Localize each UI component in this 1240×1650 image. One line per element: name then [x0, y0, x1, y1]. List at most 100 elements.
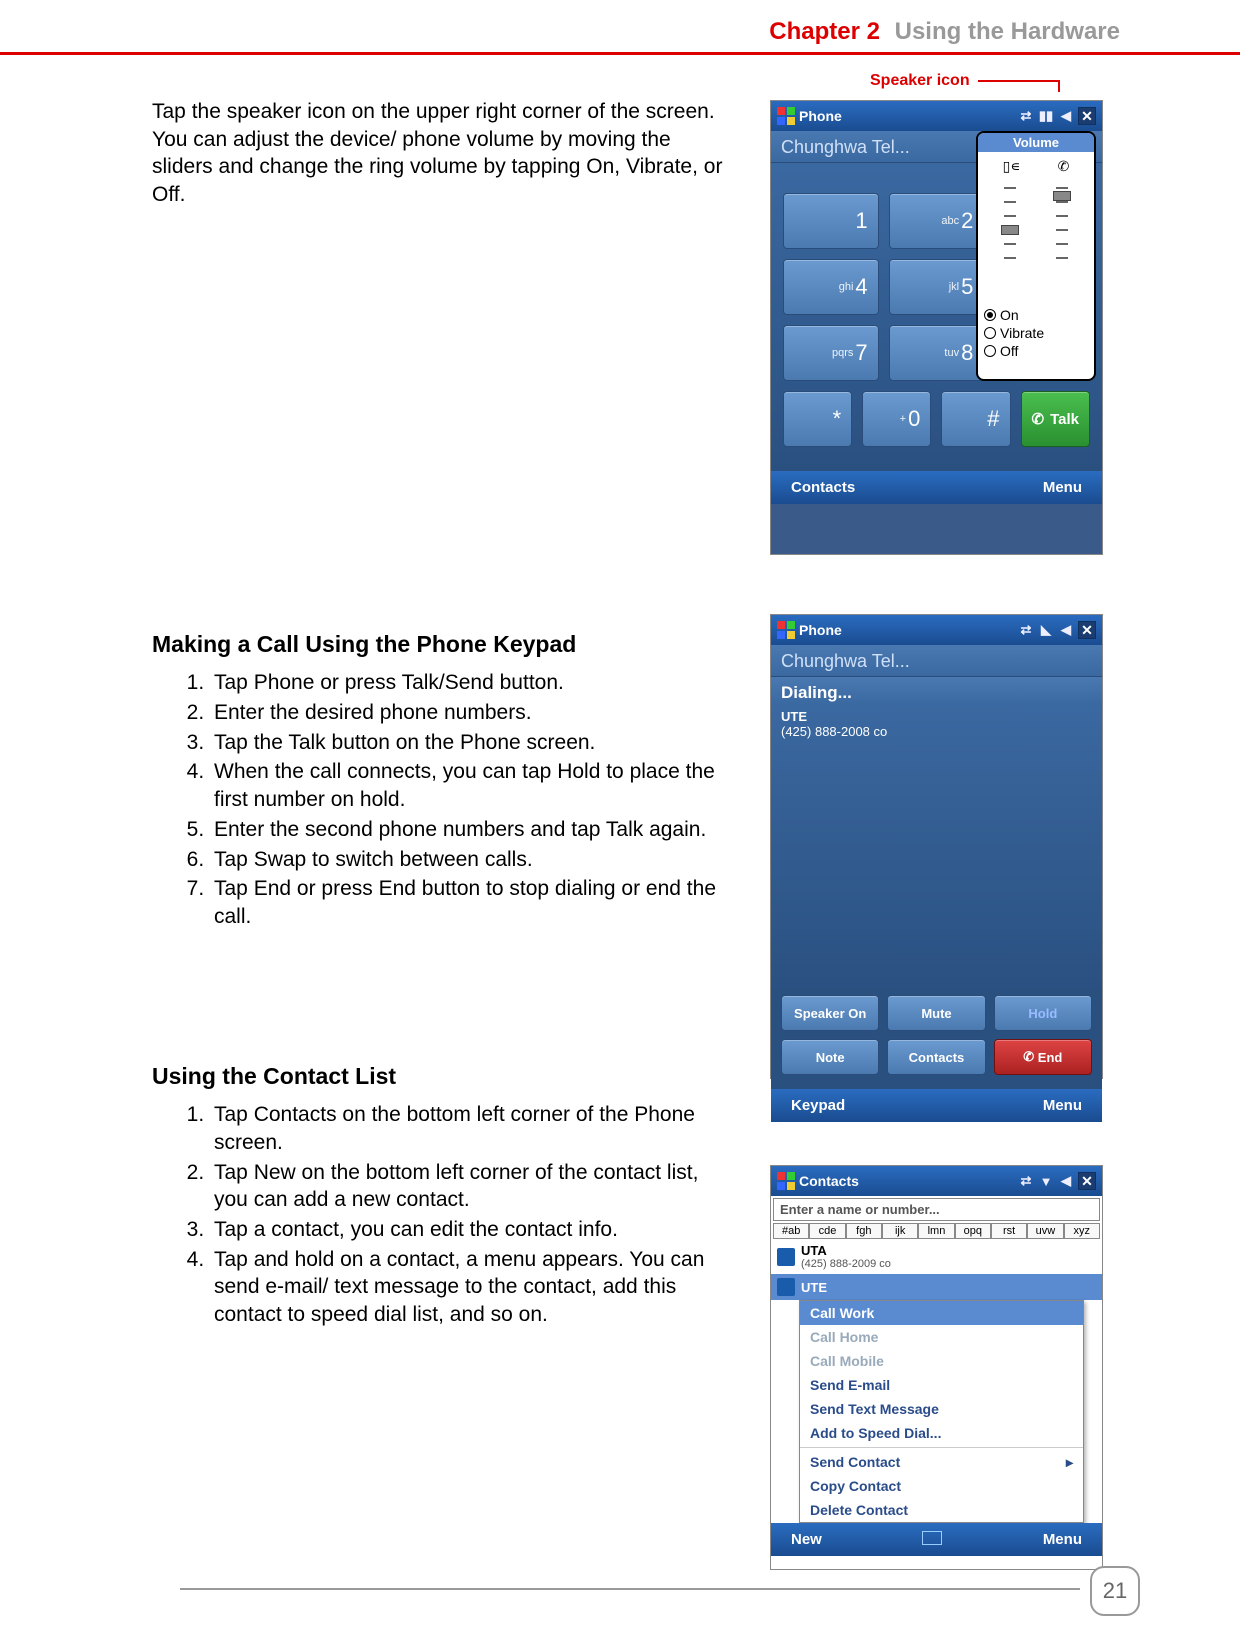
phone-icon: ✆ — [1023, 1049, 1034, 1065]
alpha-tab[interactable]: rst — [991, 1223, 1027, 1239]
key-4[interactable]: ghi4 — [783, 259, 879, 315]
softkey-bar: Keypad Menu — [771, 1089, 1102, 1122]
soft-keypad[interactable]: Keypad — [791, 1097, 845, 1114]
soft-menu[interactable]: Menu — [1043, 1097, 1082, 1114]
speaker-icon[interactable]: ◀ — [1058, 1173, 1074, 1189]
speaker-icon[interactable]: ◀ — [1058, 108, 1074, 124]
key-2[interactable]: abc2 — [889, 193, 985, 249]
contact-row-selected[interactable]: UTE — [771, 1274, 1102, 1300]
menu-call-work[interactable]: Call Work — [800, 1301, 1083, 1325]
device-vol-icon: ▯∊ — [1003, 158, 1021, 175]
signal-icon: ▮▮ — [1038, 108, 1054, 124]
footer-rule — [180, 1588, 1080, 1590]
window-title: Contacts — [799, 1173, 859, 1189]
start-icon[interactable] — [777, 621, 795, 639]
submenu-arrow-icon: ▸ — [1066, 1454, 1073, 1471]
page-footer: 21 — [1090, 1566, 1140, 1616]
key-7[interactable]: pqrs7 — [783, 325, 879, 381]
radio-vibrate[interactable]: Vibrate — [984, 325, 1088, 341]
alpha-tab[interactable]: xyz — [1064, 1223, 1100, 1239]
list-item: Enter the second phone numbers and tap T… — [210, 816, 737, 844]
chapter-title: Using the Hardware — [895, 18, 1120, 45]
keyboard-icon[interactable] — [922, 1531, 942, 1545]
list-item: Tap the Talk button on the Phone screen. — [210, 729, 737, 757]
key-star[interactable]: * — [783, 391, 852, 447]
list-item: Tap a contact, you can edit the contact … — [210, 1216, 737, 1244]
menu-send-email[interactable]: Send E-mail — [800, 1373, 1083, 1397]
soft-new[interactable]: New — [791, 1531, 822, 1548]
volume-title: Volume — [978, 133, 1094, 152]
hold-button[interactable]: Hold — [994, 995, 1092, 1031]
close-icon[interactable]: ✕ — [1078, 621, 1096, 639]
list-item: Tap Contacts on the bottom left corner o… — [210, 1101, 737, 1156]
list-item: Tap New on the bottom left corner of the… — [210, 1159, 737, 1214]
close-icon[interactable]: ✕ — [1078, 107, 1096, 125]
key-pound[interactable]: # — [941, 391, 1010, 447]
radio-off[interactable]: Off — [984, 343, 1088, 359]
soft-contacts[interactable]: Contacts — [791, 479, 855, 496]
close-icon[interactable]: ✕ — [1078, 1172, 1096, 1190]
call-info: UTE (425) 888-2008 co — [771, 705, 1102, 995]
alpha-tab[interactable]: uvw — [1027, 1223, 1063, 1239]
list-item: Tap End or press End button to stop dial… — [210, 875, 737, 930]
intro-paragraph: Tap the speaker icon on the upper right … — [152, 98, 737, 209]
start-icon[interactable] — [777, 1172, 795, 1190]
menu-speed-dial[interactable]: Add to Speed Dial... — [800, 1421, 1083, 1445]
soft-menu[interactable]: Menu — [1043, 1531, 1082, 1548]
key-1[interactable]: 1 — [783, 193, 879, 249]
radio-on[interactable]: On — [984, 307, 1088, 323]
carrier-label: Chunghwa Tel... — [771, 645, 1102, 677]
menu-send-text[interactable]: Send Text Message — [800, 1397, 1083, 1421]
speaker-icon[interactable]: ◀ — [1058, 622, 1074, 638]
menu-copy-contact[interactable]: Copy Contact — [800, 1474, 1083, 1498]
list-item: When the call connects, you can tap Hold… — [210, 758, 737, 813]
device-volume-slider[interactable] — [1003, 181, 1017, 301]
talk-button[interactable]: ✆Talk — [1021, 391, 1090, 447]
ring-volume-slider[interactable] — [1055, 181, 1069, 301]
making-call-list: Tap Phone or press Talk/Send button. Ent… — [152, 669, 737, 930]
alpha-tab[interactable]: opq — [955, 1223, 991, 1239]
page-number: 21 — [1090, 1566, 1140, 1616]
search-input[interactable]: Enter a name or number... — [773, 1198, 1100, 1221]
connectivity-icon[interactable]: ⇄ — [1018, 1173, 1034, 1189]
contacts-button[interactable]: Contacts — [887, 1039, 985, 1075]
note-button[interactable]: Note — [781, 1039, 879, 1075]
alpha-tab[interactable]: lmn — [918, 1223, 954, 1239]
alpha-tab[interactable]: cde — [809, 1223, 845, 1239]
contact-name: UTE — [801, 1280, 827, 1295]
speaker-callout-label: Speaker icon — [870, 72, 970, 90]
menu-call-home: Call Home — [800, 1325, 1083, 1349]
page-header: Chapter 2 Using the Hardware — [769, 18, 1120, 46]
alpha-tab[interactable]: fgh — [846, 1223, 882, 1239]
connectivity-icon[interactable]: ⇄ — [1018, 622, 1034, 638]
menu-delete-contact[interactable]: Delete Contact — [800, 1498, 1083, 1522]
body-text: Tap the speaker icon on the upper right … — [152, 98, 737, 1331]
soft-menu[interactable]: Menu — [1043, 479, 1082, 496]
ring-vol-icon: ✆ — [1058, 158, 1070, 175]
window-title: Phone — [799, 622, 842, 638]
list-item: Enter the desired phone numbers. — [210, 699, 737, 727]
slider-thumb[interactable] — [1001, 225, 1019, 235]
start-icon[interactable] — [777, 107, 795, 125]
end-button[interactable]: ✆ End — [994, 1039, 1092, 1075]
key-5[interactable]: jkl5 — [889, 259, 985, 315]
titlebar: Phone ⇄ ◣ ◀ ✕ — [771, 615, 1102, 645]
alpha-tab[interactable]: ijk — [882, 1223, 918, 1239]
volume-popup: Volume ▯∊ ✆ On Vibrate Off — [976, 131, 1096, 381]
titlebar: Contacts ⇄ ▼ ◀ ✕ — [771, 1166, 1102, 1196]
menu-send-contact[interactable]: Send Contact▸ — [800, 1450, 1083, 1474]
speaker-on-button[interactable]: Speaker On — [781, 995, 879, 1031]
menu-call-mobile: Call Mobile — [800, 1349, 1083, 1373]
section-making-call-title: Making a Call Using the Phone Keypad — [152, 629, 737, 659]
mute-button[interactable]: Mute — [887, 995, 985, 1031]
alpha-tab[interactable]: #ab — [773, 1223, 809, 1239]
call-status: Dialing... — [771, 677, 1102, 705]
alpha-index[interactable]: #ab cde fgh ijk lmn opq rst uvw xyz — [773, 1223, 1100, 1239]
slider-thumb[interactable] — [1053, 191, 1071, 201]
key-0[interactable]: +0 — [862, 391, 931, 447]
context-menu: Call Work Call Home Call Mobile Send E-m… — [799, 1300, 1084, 1523]
contact-row[interactable]: UTA (425) 888-2009 co — [771, 1239, 1102, 1274]
signal-icon: ▼ — [1038, 1173, 1054, 1189]
key-8[interactable]: tuv8 — [889, 325, 985, 381]
connectivity-icon[interactable]: ⇄ — [1018, 108, 1034, 124]
